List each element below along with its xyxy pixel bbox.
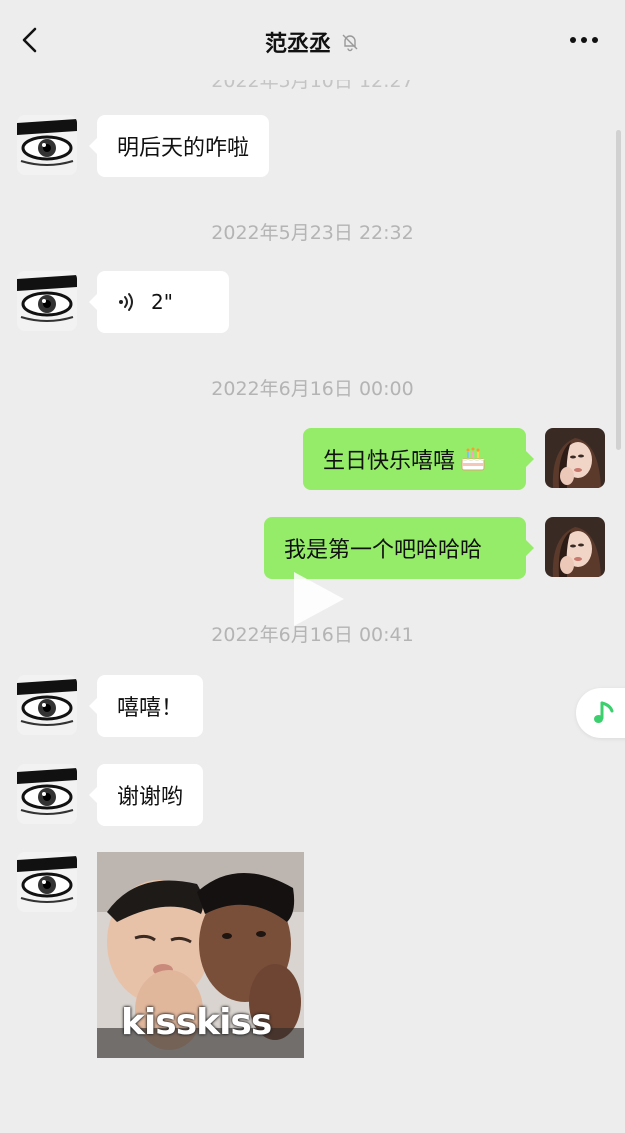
message-text: 生日快乐嘻嘻 — [323, 449, 456, 474]
voice-duration: 2" — [151, 290, 173, 314]
bell-muted-icon — [342, 34, 358, 52]
chat-title: 范丞丞 — [264, 32, 331, 57]
voice-wave-icon — [119, 293, 133, 311]
message-bubble-incoming[interactable]: 谢谢哟 — [88, 764, 204, 826]
music-note-icon — [594, 701, 614, 723]
eye-avatar-image — [17, 852, 77, 912]
message-text: 嘻嘻！ — [117, 696, 184, 721]
more-dots-icon — [570, 37, 598, 43]
contact-avatar[interactable] — [17, 764, 77, 824]
user-photo-avatar — [545, 428, 605, 488]
play-button[interactable] — [284, 566, 350, 632]
sticker-caption: kisskiss — [121, 1002, 272, 1043]
eye-avatar-image — [17, 764, 77, 824]
message-bubble-incoming[interactable]: 嘻嘻！ — [88, 675, 204, 737]
message-text: 我是第一个吧哈哈哈 — [284, 538, 483, 563]
self-avatar[interactable] — [545, 517, 605, 577]
play-icon — [294, 572, 344, 626]
title-area: 范丞丞 — [0, 26, 625, 58]
more-button[interactable] — [567, 28, 601, 52]
floating-music-button[interactable] — [576, 688, 625, 738]
chat-header: 范丞丞 — [0, 0, 625, 80]
contact-avatar[interactable] — [17, 115, 77, 175]
image-message[interactable]: kisskiss — [97, 852, 304, 1058]
message-text: 谢谢哟 — [117, 785, 184, 810]
message-bubble-outgoing[interactable]: 生日快乐嘻嘻 — [303, 428, 534, 490]
contact-avatar[interactable] — [17, 675, 77, 735]
voice-message-bubble[interactable]: 2" — [89, 271, 229, 333]
contact-avatar[interactable] — [17, 852, 77, 912]
contact-avatar[interactable] — [17, 271, 77, 331]
birthday-cake-emoji — [461, 447, 485, 471]
message-text: 明后天的咋啦 — [117, 136, 250, 161]
chat-screen: 范丞丞 2022年5月10日 12:27 明后天的咋啦 2022年5月23日 2… — [0, 0, 625, 1133]
scrollbar[interactable] — [616, 130, 621, 450]
eye-avatar-image — [17, 115, 77, 175]
timestamp: 2022年5月23日 22:32 — [211, 222, 414, 244]
timestamp: 2022年6月16日 00:00 — [211, 378, 414, 400]
message-bubble-incoming[interactable]: 明后天的咋啦 — [88, 115, 270, 177]
eye-avatar-image — [17, 271, 77, 331]
eye-avatar-image — [17, 675, 77, 735]
self-avatar[interactable] — [545, 428, 605, 488]
user-photo-avatar — [545, 517, 605, 577]
